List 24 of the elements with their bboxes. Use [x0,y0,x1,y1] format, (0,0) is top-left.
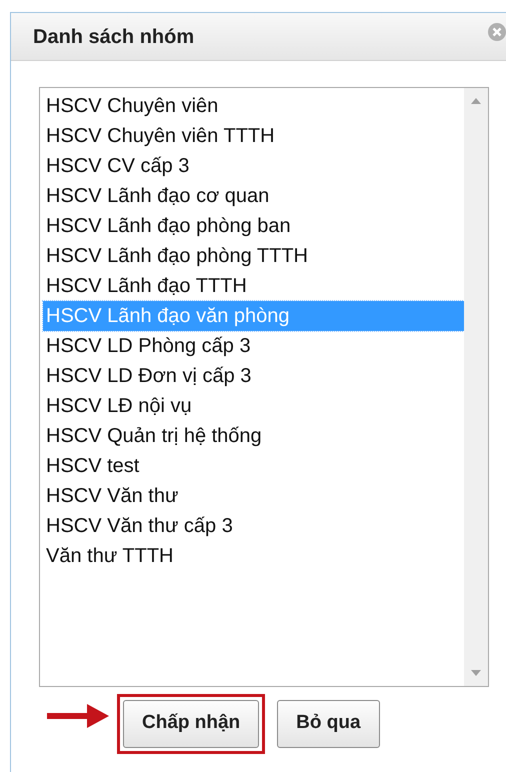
list-item[interactable]: HSCV LD Đơn vị cấp 3 [43,361,464,391]
scroll-up-icon[interactable] [471,98,481,104]
list-item[interactable]: HSCV Văn thư [43,481,464,511]
scroll-down-icon[interactable] [471,670,481,676]
list-item[interactable]: HSCV LĐ nội vụ [43,391,464,421]
dialog-button[interactable]: Bỏ qua [277,700,380,748]
group-listbox[interactable] [39,87,489,687]
list-item[interactable]: HSCV Lãnh đạo phòng ban [43,211,464,241]
list-item[interactable]: HSCV LD Phòng cấp 3 [43,331,464,361]
list-item[interactable]: HSCV Chuyên viên TTTH [43,121,464,151]
list-item[interactable]: HSCV test [43,451,464,481]
list-item[interactable]: Văn thư TTTH [43,541,464,571]
list-item[interactable]: HSCV Quản trị hệ thống [43,421,464,451]
list-item[interactable]: HSCV Văn thư cấp 3 [43,511,464,541]
dialog-button[interactable]: Chấp nhận [123,700,260,748]
dialog-title: Danh sách nhóm [33,24,194,50]
scrollbar[interactable] [464,88,488,686]
list-item[interactable]: HSCV Lãnh đạo cơ quan [43,181,464,211]
list-item[interactable]: HSCV CV cấp 3 [43,151,464,181]
pointer-arrow-icon [47,702,109,730]
list-item[interactable]: HSCV Chuyên viên [43,91,464,121]
list-item[interactable]: HSCV Lãnh đạo phòng TTTH [43,241,464,271]
list-item[interactable]: HSCV Lãnh đạo TTTH [43,271,464,301]
close-icon[interactable] [488,23,506,41]
